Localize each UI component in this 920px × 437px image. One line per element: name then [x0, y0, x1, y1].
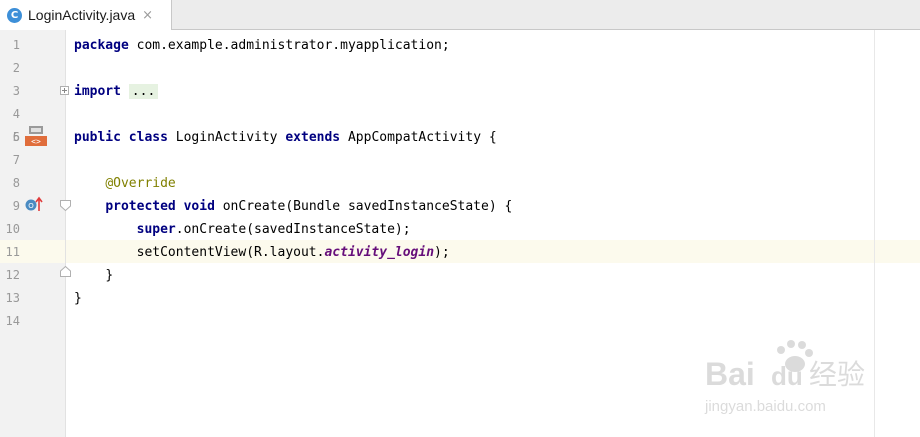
collapse-fold-icon[interactable]: [60, 200, 71, 211]
line-number: 7: [12, 153, 20, 167]
keyword: class: [128, 130, 168, 145]
code-line-11: setContentView(R.layout.activity_login);: [0, 241, 920, 264]
code-line-8: @Override: [0, 172, 920, 195]
svg-text:Bai: Bai: [705, 356, 755, 392]
tab-title: LoginActivity.java: [28, 7, 136, 23]
code-text: }: [105, 268, 114, 283]
keyword: import: [74, 84, 121, 99]
override-method-icon[interactable]: O: [25, 196, 43, 212]
svg-text:经验: 经验: [809, 358, 865, 391]
keyword: void: [183, 199, 215, 214]
implements-method-icon[interactable]: <>: [25, 126, 47, 148]
override-icon-label: O: [28, 202, 34, 210]
line-number: 4: [12, 107, 20, 121]
java-class-icon: C: [7, 7, 22, 23]
close-icon[interactable]: ×: [142, 8, 153, 23]
annotation: @Override: [105, 176, 176, 191]
keyword: extends: [285, 130, 341, 145]
code-line-6: public class LoginActivity extends AppCo…: [0, 126, 920, 149]
class-name: LoginActivity: [167, 130, 286, 145]
expand-fold-icon[interactable]: [60, 86, 69, 95]
svg-text:du: du: [771, 361, 803, 391]
keyword: package: [74, 38, 129, 53]
code-line-12: }: [0, 264, 920, 287]
code-text: AppCompatActivity {: [340, 130, 497, 145]
keyword: protected: [105, 199, 176, 214]
code-text: }: [74, 291, 82, 306]
code-line-9: protected void onCreate(Bundle savedInst…: [0, 195, 920, 218]
line-number: 14: [5, 314, 20, 328]
code-text: setContentView(R.layout.: [136, 245, 325, 260]
code-text: com.example.administrator.myapplication;: [128, 38, 450, 53]
code-line-3: import ...: [0, 80, 920, 103]
code-line-13: }: [0, 287, 920, 310]
implements-icon-label: <>: [31, 137, 41, 146]
svg-text:jingyan.baidu.com: jingyan.baidu.com: [704, 398, 826, 415]
static-field: activity_login: [324, 245, 435, 260]
baidu-jingyan-watermark: Bai du 经验 jingyan.baidu.com: [704, 340, 865, 415]
collapse-fold-end-icon[interactable]: [60, 266, 71, 277]
code-line-1: package com.example.administrator.myappl…: [0, 34, 920, 57]
keyword: public: [74, 130, 121, 145]
folded-imports[interactable]: ...: [128, 84, 159, 99]
code-text: .onCreate(savedInstanceState);: [175, 222, 411, 237]
editor-tab-bar: C LoginActivity.java ×: [0, 0, 920, 30]
line-number: 2: [12, 61, 20, 75]
code-text: );: [434, 245, 450, 260]
code-line-10: super.onCreate(savedInstanceState);: [0, 218, 920, 241]
keyword: super: [136, 222, 176, 237]
code-text: onCreate(Bundle savedInstanceState) {: [214, 199, 513, 214]
tab-loginactivity[interactable]: C LoginActivity.java ×: [0, 0, 172, 30]
